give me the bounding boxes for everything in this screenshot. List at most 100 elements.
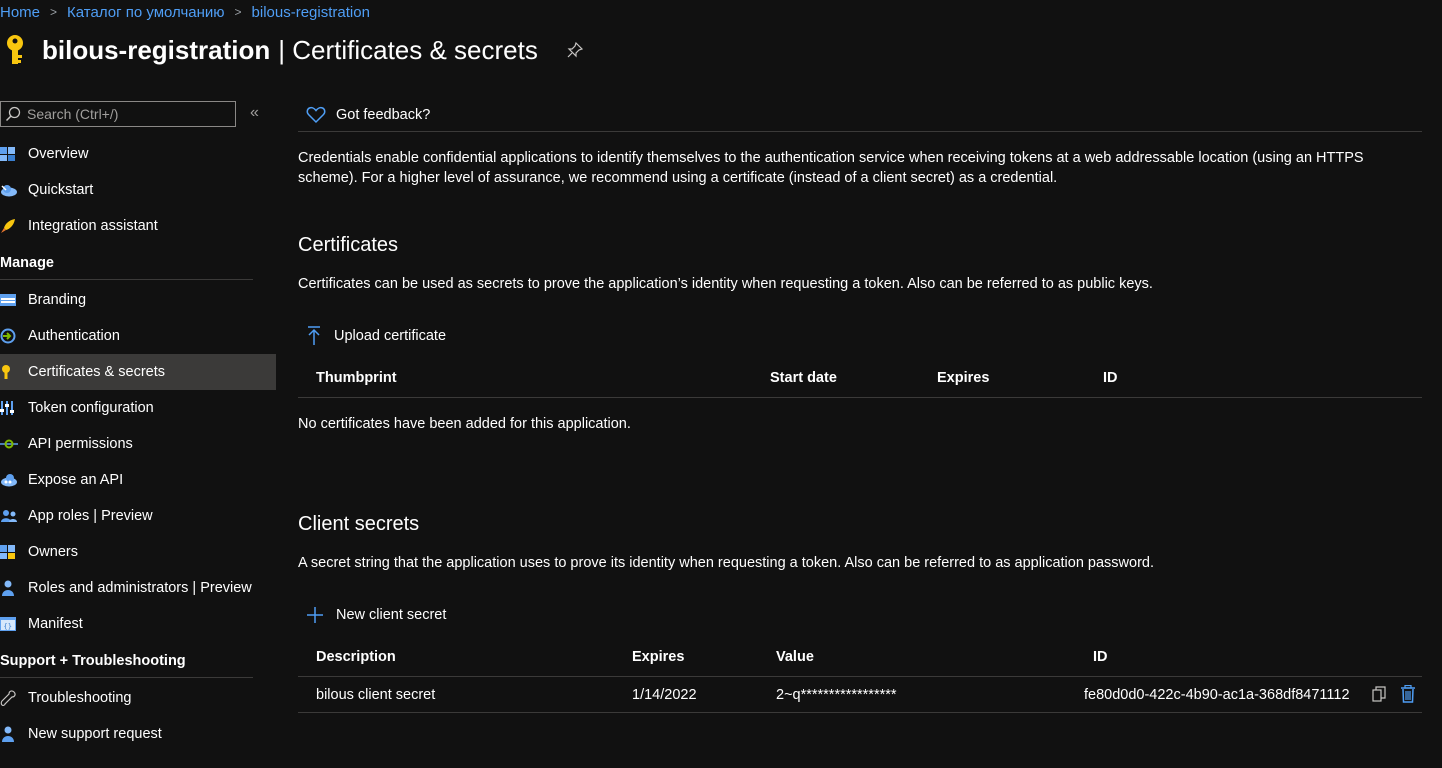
cloud-icon bbox=[0, 462, 28, 498]
column-expires[interactable]: Expires bbox=[937, 370, 989, 386]
breadcrumb-app[interactable]: bilous-registration bbox=[252, 4, 370, 21]
sidebar-item-quickstart[interactable]: Quickstart bbox=[0, 172, 276, 208]
sidebar-item-new-support-request[interactable]: New support request bbox=[0, 716, 276, 752]
sidebar-item-label: Certificates & secrets bbox=[28, 364, 165, 380]
sidebar-item-label: Roles and administrators | Preview bbox=[28, 580, 252, 596]
support-section-title: Support + Troubleshooting bbox=[0, 642, 253, 678]
secret-expires: 1/14/2022 bbox=[632, 686, 697, 703]
page-subtitle: | Certificates & secrets bbox=[278, 34, 538, 65]
sidebar-item-troubleshooting[interactable]: Troubleshooting bbox=[0, 680, 276, 716]
column-description[interactable]: Description bbox=[316, 649, 396, 665]
column-value[interactable]: Value bbox=[776, 649, 814, 665]
feedback-label: Got feedback? bbox=[336, 106, 431, 123]
certificates-description: Certificates can be used as secrets to p… bbox=[298, 276, 1153, 292]
branding-icon bbox=[0, 282, 28, 318]
search-placeholder: Search (Ctrl+/) bbox=[27, 106, 119, 122]
upload-certificate-button[interactable]: Upload certificate bbox=[306, 326, 446, 346]
app-roles-icon bbox=[0, 498, 28, 534]
sidebar-item-label: Owners bbox=[28, 544, 78, 560]
breadcrumb: Home > Каталог по умолчанию > bilous-reg… bbox=[0, 2, 370, 22]
column-id[interactable]: ID bbox=[1103, 370, 1118, 386]
key-icon bbox=[0, 28, 30, 72]
svg-text:{}: {} bbox=[4, 623, 12, 631]
secret-id: fe80d0d0-422c-4b90-ac1a-368df8471112 bbox=[1084, 686, 1350, 703]
chevron-right-icon: > bbox=[234, 5, 242, 19]
sidebar-item-certificates-secrets[interactable]: Certificates & secrets bbox=[0, 354, 276, 390]
copy-icon[interactable] bbox=[1372, 686, 1386, 702]
sidebar-item-manifest[interactable]: {} Manifest bbox=[0, 606, 276, 642]
sidebar-item-label: Token configuration bbox=[28, 400, 154, 416]
sidebar-item-label: Integration assistant bbox=[28, 218, 158, 234]
client-secrets-table-header: Description Expires Value ID bbox=[298, 637, 1422, 677]
token-icon bbox=[0, 390, 28, 426]
column-thumbprint[interactable]: Thumbprint bbox=[316, 370, 397, 386]
new-client-secret-label: New client secret bbox=[336, 607, 447, 623]
certificates-empty-message: No certificates have been added for this… bbox=[298, 416, 631, 432]
sidebar: Search (Ctrl+/) « Overview Quickstart In… bbox=[0, 98, 276, 768]
sidebar-item-authentication[interactable]: Authentication bbox=[0, 318, 276, 354]
sidebar-item-app-roles[interactable]: App roles | Preview bbox=[0, 498, 276, 534]
search-input[interactable]: Search (Ctrl+/) bbox=[0, 101, 236, 127]
breadcrumb-home[interactable]: Home bbox=[0, 4, 40, 21]
sidebar-item-label: Branding bbox=[28, 292, 87, 308]
sidebar-item-label: App roles | Preview bbox=[28, 508, 153, 524]
sidebar-item-roles-administrators[interactable]: Roles and administrators | Preview bbox=[0, 570, 276, 606]
upload-icon bbox=[308, 326, 320, 345]
roles-admin-icon bbox=[0, 570, 28, 606]
sidebar-nav: Overview Quickstart Integration assistan… bbox=[0, 136, 276, 752]
search-icon bbox=[5, 106, 21, 122]
sidebar-item-label: New support request bbox=[28, 726, 162, 742]
sidebar-item-label: Authentication bbox=[28, 328, 120, 344]
sidebar-item-label: Quickstart bbox=[28, 182, 94, 198]
row-actions bbox=[1358, 685, 1416, 703]
chevron-right-icon: > bbox=[50, 5, 58, 19]
page-header: bilous-registration | Certificates & sec… bbox=[0, 30, 584, 70]
table-row: bilous client secret 1/14/2022 2~q******… bbox=[298, 677, 1422, 713]
sidebar-item-owners[interactable]: Owners bbox=[0, 534, 276, 570]
new-client-secret-button[interactable]: New client secret bbox=[306, 606, 446, 624]
api-permissions-icon bbox=[0, 426, 28, 462]
main-content: Got feedback? Credentials enable confide… bbox=[298, 98, 1422, 713]
certificates-heading: Certificates bbox=[298, 234, 399, 256]
manifest-icon: {} bbox=[0, 606, 28, 642]
sidebar-item-label: Overview bbox=[28, 146, 89, 162]
feedback-button[interactable]: Got feedback? bbox=[298, 98, 1422, 132]
heart-icon bbox=[306, 106, 326, 123]
certificates-table: Thumbprint Start date Expires ID bbox=[298, 358, 1422, 398]
overview-icon bbox=[0, 136, 28, 172]
pin-icon[interactable] bbox=[566, 41, 584, 59]
plus-icon bbox=[307, 607, 323, 623]
sidebar-item-label: Manifest bbox=[28, 616, 83, 632]
support-person-icon bbox=[0, 716, 28, 752]
column-id[interactable]: ID bbox=[1093, 649, 1108, 665]
sidebar-item-integration-assistant[interactable]: Integration assistant bbox=[0, 208, 276, 244]
client-secrets-heading: Client secrets bbox=[298, 513, 420, 535]
quickstart-icon bbox=[0, 172, 28, 208]
sidebar-item-label: Troubleshooting bbox=[28, 690, 132, 706]
column-expires[interactable]: Expires bbox=[632, 649, 684, 665]
sidebar-item-expose-api[interactable]: Expose an API bbox=[0, 462, 276, 498]
sidebar-item-overview[interactable]: Overview bbox=[0, 136, 276, 172]
column-start-date[interactable]: Start date bbox=[770, 370, 837, 386]
certificates-table-header: Thumbprint Start date Expires ID bbox=[298, 358, 1422, 398]
secret-value: 2~q***************** bbox=[776, 686, 897, 703]
manage-section-title: Manage bbox=[0, 244, 253, 280]
client-secrets-description: A secret string that the application use… bbox=[298, 555, 1154, 571]
sidebar-item-label: API permissions bbox=[28, 436, 133, 452]
sidebar-item-token-configuration[interactable]: Token configuration bbox=[0, 390, 276, 426]
collapse-sidebar-button[interactable]: « bbox=[250, 104, 259, 122]
owners-icon bbox=[0, 534, 28, 570]
sidebar-item-label: Expose an API bbox=[28, 472, 124, 488]
sidebar-item-branding[interactable]: Branding bbox=[0, 282, 276, 318]
delete-icon[interactable] bbox=[1400, 685, 1416, 703]
wrench-icon bbox=[0, 680, 28, 716]
sidebar-item-api-permissions[interactable]: API permissions bbox=[0, 426, 276, 462]
authentication-icon bbox=[0, 318, 28, 354]
client-secrets-table: Description Expires Value ID bilous clie… bbox=[298, 637, 1422, 713]
rocket-icon bbox=[0, 208, 28, 244]
key-icon bbox=[0, 354, 28, 390]
upload-certificate-label: Upload certificate bbox=[334, 328, 447, 344]
intro-text: Credentials enable confidential applicat… bbox=[298, 150, 1364, 186]
page-title: bilous-registration bbox=[42, 34, 271, 65]
breadcrumb-directory[interactable]: Каталог по умолчанию bbox=[67, 4, 224, 21]
